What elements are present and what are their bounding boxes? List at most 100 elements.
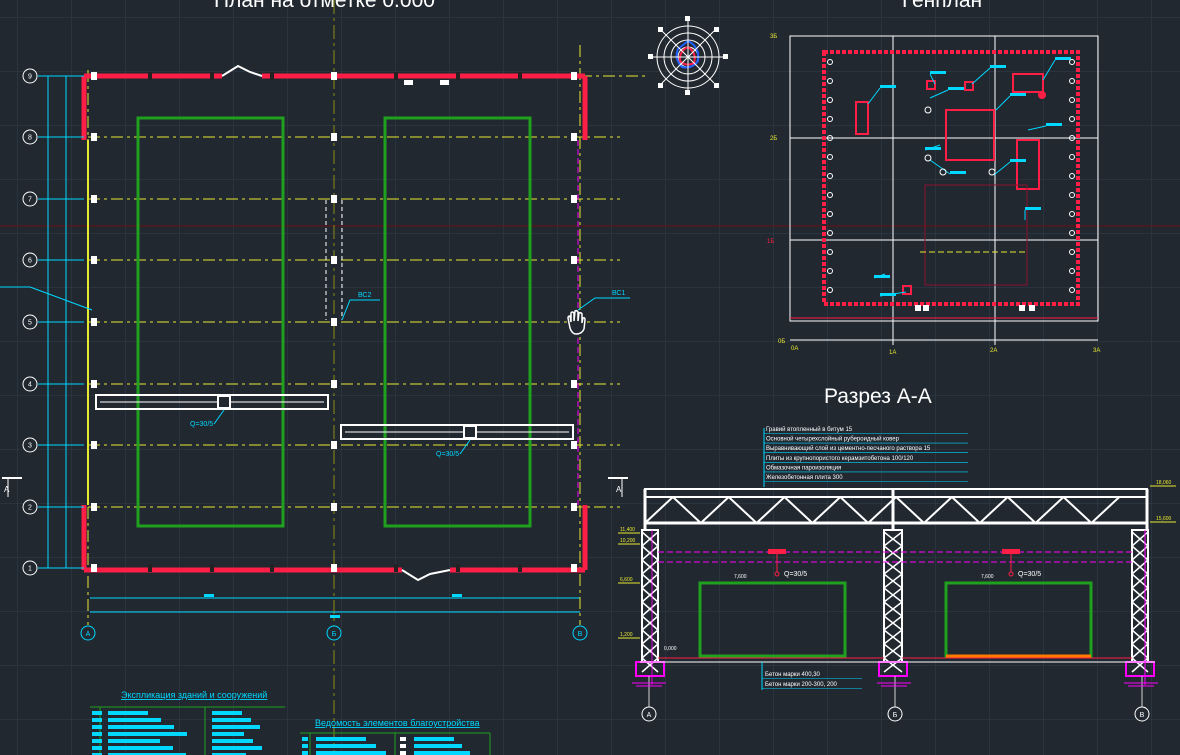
elevation-mark-label: 11,400: [620, 527, 635, 533]
elevation-mark-label: 1,200: [620, 632, 633, 638]
wall-column-mark: [456, 564, 460, 572]
gate-post: [1019, 305, 1025, 311]
elevation-mark-label: 15,600: [1156, 516, 1172, 522]
plan-column: [331, 72, 337, 80]
explication-cell-num: [92, 732, 102, 736]
crane-hoist-left: [768, 549, 786, 554]
genplan-note: [948, 87, 964, 90]
gate-post: [915, 305, 921, 311]
roof-layer-label: Выравнивающий слой из цементно-песчаного…: [766, 445, 931, 452]
plan-column: [91, 195, 97, 203]
building-5: [1038, 91, 1046, 99]
plan-column: [91, 133, 97, 141]
crane-elev-right: 7,600: [981, 574, 994, 580]
plan-column: [91, 503, 97, 511]
plan-column: [91, 256, 97, 264]
wall-column-mark: [210, 72, 214, 80]
explication-cell-num: [92, 739, 102, 743]
crane-left-label: Q=30/5: [190, 421, 213, 428]
wall-column-mark: [270, 72, 274, 80]
explication-cell-value: [212, 739, 253, 743]
wall-column-mark: [148, 564, 152, 572]
plan-column: [571, 441, 577, 449]
explication-cell-name: [108, 746, 173, 750]
landscape-cell-name: [316, 751, 386, 755]
model-grid: [0, 0, 1180, 755]
genplan-note: [1046, 123, 1062, 126]
plan-column: [571, 195, 577, 203]
roof-layer-label: Гравий втопленный в битум 15: [766, 426, 853, 433]
explication-cell-name: [108, 739, 160, 743]
plan-column: [571, 72, 577, 80]
explication-cell-name: [108, 732, 187, 736]
wall-column-mark: [394, 564, 398, 572]
bracing-vs1-label: ВС1: [612, 290, 625, 297]
plan-column: [91, 72, 97, 80]
section-crane-label-right: Q=30/5: [1018, 571, 1041, 578]
plan-dim-text-3: [330, 615, 340, 618]
landscape-cell-name: [316, 744, 376, 748]
plan-column: [331, 133, 337, 141]
explication-title: Экспликация зданий и сооружений: [121, 690, 267, 700]
floor-layer-label: Бетон марки 200-300, 200: [765, 682, 838, 688]
section-axis-label-В: В: [1140, 712, 1145, 719]
genplan-note: [925, 147, 941, 150]
plan-column: [571, 564, 577, 572]
crane-hoist-right: [1002, 549, 1020, 554]
row-bubble-label-6: 6: [28, 258, 32, 265]
row-bubble-label-8: 8: [28, 135, 32, 142]
plan-column: [331, 564, 337, 572]
explication-cell-name: [108, 711, 148, 715]
row-bubble-label-2: 2: [28, 505, 32, 512]
genplan-note: [1055, 57, 1071, 60]
wall-column-mark: [394, 72, 398, 80]
landscape-cell-num: [302, 737, 308, 741]
cad-drawing-canvas[interactable]: Q=30/5 Q=30/5 ВС2 ВС1 А А 9 8 7 6 5 4 3 2 1 А Б В: [0, 0, 1180, 755]
plan-column: [571, 503, 577, 511]
plan-column: [91, 564, 97, 572]
explication-cell-value: [212, 732, 244, 736]
plan-column: [91, 441, 97, 449]
plan-title: План на отметке 0.000: [214, 0, 435, 12]
genplan-note: [1010, 159, 1026, 162]
plan-column: [571, 380, 577, 388]
roof-layer-label: Обмазочная пароизоляция: [766, 465, 841, 471]
plan-column: [91, 318, 97, 326]
wall-column-mark: [148, 72, 152, 80]
landscape-cell-value: [414, 744, 462, 748]
genplan-note: [880, 293, 896, 296]
explication-cell-value: [212, 725, 260, 729]
wall-column-mark: [518, 72, 522, 80]
genplan-col-3a: 3А: [1093, 348, 1100, 354]
genplan-note: [930, 71, 946, 74]
plan-column: [91, 380, 97, 388]
plan-dim-text-2: [452, 594, 462, 597]
crane-elev-left: 7,600: [734, 574, 747, 580]
landscape-cell-sym: [400, 737, 406, 741]
explication-cell-value: [212, 746, 262, 750]
genplan-col-2a: 2А: [990, 348, 997, 354]
plan-column: [571, 133, 577, 141]
explication-cell-num: [92, 711, 102, 715]
genplan-note: [990, 65, 1006, 68]
explication-cell-name: [108, 725, 174, 729]
genplan-row-2b: 2Б: [770, 136, 777, 142]
wall-column-mark: [210, 564, 214, 572]
genplan-row-1b: 1Б: [767, 239, 774, 245]
bracing-vs2-label: ВС2: [358, 292, 371, 299]
row-bubble-label-3: 3: [28, 443, 32, 450]
elevation-mark-label: 10,200: [620, 538, 636, 544]
section-title: Разрез А-А: [824, 385, 932, 408]
explication-cell-num: [92, 725, 102, 729]
plan-column: [331, 195, 337, 203]
plan-dim-text-1: [204, 594, 214, 597]
landscape-cell-num: [302, 744, 308, 748]
genplan-row-3b: 3Б: [770, 34, 777, 40]
wall-column-mark: [456, 72, 460, 80]
landscape-cell-sym: [400, 751, 406, 755]
row-bubble-label-5: 5: [28, 320, 32, 327]
landscape-cell-name: [316, 737, 366, 741]
genplan-note: [1010, 93, 1026, 96]
col-bubble-label-А: А: [86, 631, 91, 638]
landscape-cell-value: [414, 751, 470, 755]
